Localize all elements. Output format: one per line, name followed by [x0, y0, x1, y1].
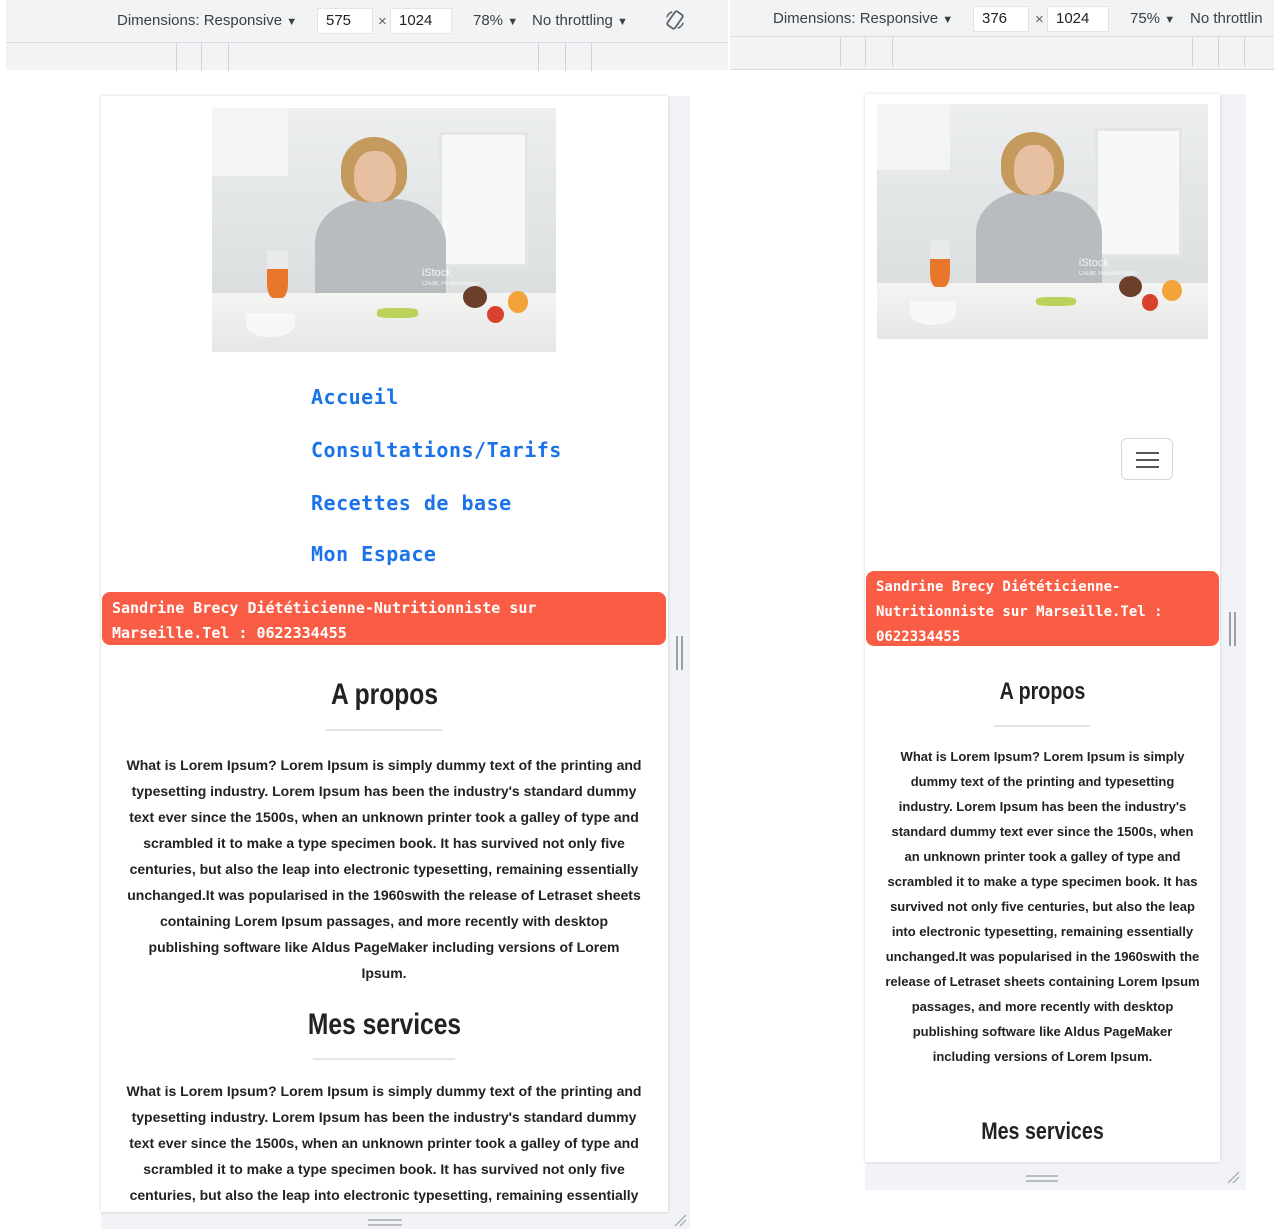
resize-handle-vertical[interactable]	[681, 636, 683, 670]
throttling-label: No throttling	[532, 12, 613, 29]
contact-banner: Sandrine Brecy Diététicienne-Nutritionni…	[102, 592, 666, 645]
nav-link-recettes[interactable]: Recettes de base	[311, 491, 512, 515]
dimensions-dropdown[interactable]: Dimensions: Responsive ▼	[117, 12, 297, 29]
chevron-down-icon: ▼	[286, 16, 298, 28]
services-title: Mes services	[981, 1118, 1104, 1145]
resize-grip-icon[interactable]	[1026, 1180, 1058, 1182]
device-viewport-575: iStock Credit: PeopleImages Accueil Cons…	[101, 96, 668, 1212]
devtools-toolbar-left: Dimensions: Responsive ▼ 575 × 1024 78% …	[6, 0, 728, 71]
nav-link-accueil[interactable]: Accueil	[311, 385, 399, 409]
services-title: Mes services	[307, 1008, 462, 1041]
height-input[interactable]: 1024	[390, 8, 452, 34]
devtools-toolbar-right: Dimensions: Responsive ▼ 376 × 1024 75% …	[730, 0, 1274, 70]
resize-handle-vertical[interactable]	[1229, 612, 1231, 646]
chevron-down-icon: ▼	[507, 16, 519, 28]
throttling-dropdown[interactable]: No throttling ▼	[532, 12, 628, 29]
about-text: What is Lorem Ipsum? Lorem Ipsum is simp…	[885, 749, 1200, 1064]
about-title: A propos	[999, 678, 1086, 705]
chevron-down-icon: ▼	[942, 14, 954, 26]
resize-corner-icon[interactable]	[1226, 1170, 1240, 1184]
about-text: What is Lorem Ipsum? Lorem Ipsum is simp…	[126, 757, 642, 981]
times-icon: ×	[1035, 11, 1044, 28]
device-frame-gutter	[1220, 94, 1246, 1190]
services-divider	[313, 1058, 455, 1060]
contact-banner: Sandrine Brecy Diététicienne-Nutritionni…	[866, 571, 1219, 646]
zoom-label: 75%	[1130, 10, 1161, 27]
height-input[interactable]: 1024	[1047, 6, 1109, 32]
resize-grip-icon[interactable]	[368, 1219, 402, 1221]
services-text: What is Lorem Ipsum? Lorem Ipsum is simp…	[126, 1083, 642, 1203]
nav-link-mon-espace[interactable]: Mon Espace	[311, 542, 436, 566]
chevron-down-icon: ▼	[1164, 14, 1176, 26]
media-query-ruler[interactable]	[6, 42, 728, 71]
credit-text: Credit: PeopleImages	[421, 281, 480, 288]
watermark-text: iStock	[1078, 256, 1109, 269]
resize-handle-vertical[interactable]	[676, 636, 678, 670]
width-input[interactable]: 376	[973, 6, 1029, 32]
dimensions-dropdown[interactable]: Dimensions: Responsive ▼	[773, 10, 953, 27]
about-divider	[994, 725, 1090, 727]
hero-image: iStock Credit: PeopleImages	[877, 104, 1208, 339]
throttling-dropdown[interactable]: No throttlin	[1190, 10, 1263, 27]
rotate-icon[interactable]	[664, 9, 686, 31]
chevron-down-icon: ▼	[617, 16, 628, 28]
watermark-text: iStock	[421, 266, 452, 279]
resize-handle-vertical[interactable]	[1234, 612, 1236, 646]
zoom-dropdown[interactable]: 78% ▼	[473, 12, 518, 29]
hero-image: iStock Credit: PeopleImages	[212, 108, 556, 352]
zoom-dropdown[interactable]: 75% ▼	[1130, 10, 1175, 27]
width-input[interactable]: 575	[317, 8, 373, 34]
dimensions-label: Dimensions: Responsive	[773, 10, 939, 27]
device-frame-gutter	[668, 96, 690, 1212]
media-query-ruler[interactable]	[730, 36, 1274, 67]
hamburger-menu-icon[interactable]	[1121, 438, 1173, 480]
resize-corner-icon[interactable]	[673, 1213, 687, 1227]
zoom-label: 78%	[473, 12, 504, 29]
about-divider	[325, 729, 443, 731]
times-icon: ×	[378, 13, 387, 30]
dimensions-label: Dimensions: Responsive	[117, 12, 283, 29]
resize-grip-icon[interactable]	[368, 1224, 402, 1226]
resize-grip-icon[interactable]	[1026, 1175, 1058, 1177]
about-title: A propos	[330, 678, 439, 711]
nav-link-consultations[interactable]: Consultations/Tarifs	[311, 438, 562, 462]
credit-text: Credit: PeopleImages	[1078, 270, 1137, 277]
device-viewport-376: iStock Credit: PeopleImages Sandrine Bre…	[865, 94, 1220, 1162]
